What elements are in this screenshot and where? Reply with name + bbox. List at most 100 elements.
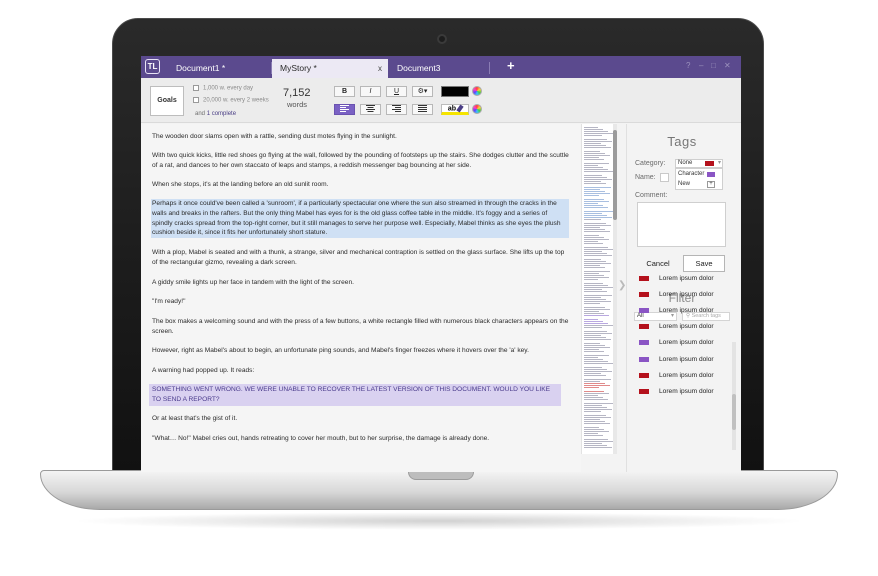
align-left-button[interactable] <box>334 104 355 115</box>
paragraph[interactable]: With a plop, Mabel is seated and with a … <box>152 248 570 268</box>
paragraph[interactable]: Or at least that's the gist of it. <box>152 414 570 424</box>
settings-dropdown-icon[interactable]: ⚙▾ <box>412 86 433 97</box>
align-justify-button[interactable] <box>412 104 433 115</box>
bold-button[interactable]: B <box>334 86 355 97</box>
goal-checkbox[interactable] <box>193 97 199 103</box>
paragraph[interactable]: When she stops, it's at the landing befo… <box>152 180 570 190</box>
save-button[interactable]: Save <box>683 255 725 272</box>
minimap-line <box>584 347 610 348</box>
minimap-line <box>584 143 601 144</box>
goal-item[interactable]: 1,000 w. every day <box>193 85 253 92</box>
goal-status-complete[interactable]: 1 complete <box>207 111 236 117</box>
minimap-line <box>584 321 603 322</box>
laptop-shadow <box>70 512 808 530</box>
minimap-line <box>584 303 600 304</box>
font-color-swatch[interactable] <box>441 86 469 97</box>
tab-document1[interactable]: Document1 * <box>168 59 271 78</box>
maximize-icon[interactable]: □ <box>711 61 716 70</box>
minimap-line <box>584 241 598 242</box>
paragraph[interactable]: "I'm ready!" <box>152 297 570 307</box>
tab-document3[interactable]: Document3 <box>389 59 489 78</box>
highlight-color-swatch[interactable]: ab <box>441 104 469 115</box>
minimap-line <box>584 243 603 244</box>
tag-list-item[interactable]: Lorem ipsum dolor <box>639 322 734 331</box>
minimap-line <box>584 193 610 194</box>
category-option[interactable]: New <box>678 181 690 187</box>
minimap-line <box>584 343 600 344</box>
minimap-line <box>584 279 598 280</box>
category-color-swatch <box>705 161 714 166</box>
align-center-icon <box>366 105 375 112</box>
tag-list-item[interactable]: Lorem ipsum dolor <box>639 338 734 347</box>
tag-label: Lorem ipsum dolor <box>659 356 714 363</box>
minimize-icon[interactable]: – <box>699 61 703 70</box>
minimap-line <box>584 147 611 148</box>
minimap-line <box>584 169 608 170</box>
underline-button[interactable]: U <box>386 86 407 97</box>
tab-bar: TL Document1 * MyStory * x Document3 + ?… <box>141 56 741 78</box>
close-window-icon[interactable]: ✕ <box>724 61 731 70</box>
minimap-line <box>584 139 607 140</box>
goal-status: and 1 complete <box>195 111 236 117</box>
minimap-line <box>584 167 603 168</box>
highlight-color-wheel-icon[interactable] <box>472 104 482 114</box>
goal-checkbox[interactable] <box>193 85 199 91</box>
cancel-button[interactable]: Cancel <box>637 255 679 272</box>
tab-mystory[interactable]: MyStory * x <box>272 59 388 78</box>
goal-item[interactable]: 20,000 w. every 2 weeks <box>193 97 269 104</box>
tab-label: Document1 * <box>176 63 226 73</box>
paragraph[interactable]: With two quick kicks, little red shoes g… <box>152 151 570 171</box>
tag-list-item[interactable]: Lorem ipsum dolor <box>639 355 734 364</box>
paragraph[interactable]: However, right as Mabel's about to begin… <box>152 346 570 356</box>
goals-button[interactable]: Goals <box>150 86 184 116</box>
italic-button[interactable]: I <box>360 86 381 97</box>
close-tab-icon[interactable]: x <box>378 59 382 78</box>
paragraph[interactable]: "What… No!" Mabel cries out, hands retre… <box>152 434 570 444</box>
align-right-icon <box>392 105 401 112</box>
minimap-line <box>584 319 598 320</box>
category-select[interactable]: None ▾ <box>675 159 723 168</box>
tagged-paragraph[interactable]: SOMETHING WENT WRONG. WE WERE UNABLE TO … <box>149 384 561 406</box>
minimap-line <box>584 433 598 434</box>
minimap-line <box>584 381 600 382</box>
help-icon[interactable]: ? <box>686 61 690 70</box>
minimap-line <box>584 417 611 418</box>
minimap-line <box>584 361 608 362</box>
tag-list-item[interactable]: Lorem ipsum dolor <box>639 290 734 299</box>
name-input[interactable] <box>660 173 669 182</box>
align-right-button[interactable] <box>386 104 407 115</box>
comment-input[interactable] <box>637 202 726 247</box>
paragraph[interactable]: The wooden door slams open with a rattle… <box>152 132 570 142</box>
minimap-line <box>584 271 610 272</box>
document-minimap[interactable] <box>581 124 615 454</box>
category-option[interactable]: Character <box>678 171 704 177</box>
add-category-icon[interactable]: + <box>707 181 715 188</box>
minimap-line <box>584 333 612 334</box>
minimap-line <box>584 195 599 196</box>
paragraph[interactable]: The box makes a welcoming sound and with… <box>152 317 570 337</box>
minimap-line <box>584 337 606 338</box>
app-logo-icon[interactable]: TL <box>145 59 160 74</box>
goal-label: 1,000 w. every day <box>203 85 254 92</box>
minimap-line <box>584 373 601 374</box>
tag-list-item[interactable]: Lorem ipsum dolor <box>639 387 734 396</box>
tag-list-item[interactable]: Lorem ipsum dolor <box>639 306 734 315</box>
tag-list-item[interactable]: Lorem ipsum dolor <box>639 274 734 283</box>
tag-list-item[interactable]: Lorem ipsum dolor <box>639 371 734 380</box>
new-tab-button[interactable]: + <box>507 58 515 73</box>
tag-list-scroll-thumb[interactable] <box>732 394 736 430</box>
document-editor[interactable]: The wooden door slams open with a rattle… <box>141 124 581 472</box>
selected-paragraph[interactable]: Perhaps it once could've been called a '… <box>151 199 569 239</box>
word-count-label: words <box>287 100 308 109</box>
minimap-line <box>584 295 612 296</box>
paragraph[interactable]: A warning had popped up. It reads: <box>152 366 570 376</box>
minimap-line <box>584 421 605 422</box>
minimap-scroll-thumb[interactable] <box>613 130 617 220</box>
align-center-button[interactable] <box>360 104 381 115</box>
font-color-wheel-icon[interactable] <box>472 86 482 96</box>
minimap-line <box>584 205 603 206</box>
paragraph[interactable]: A giddy smile lights up her face in tand… <box>152 278 570 288</box>
tag-color-swatch <box>639 340 649 345</box>
minimap-line <box>584 181 601 182</box>
minimap-line <box>584 253 607 254</box>
